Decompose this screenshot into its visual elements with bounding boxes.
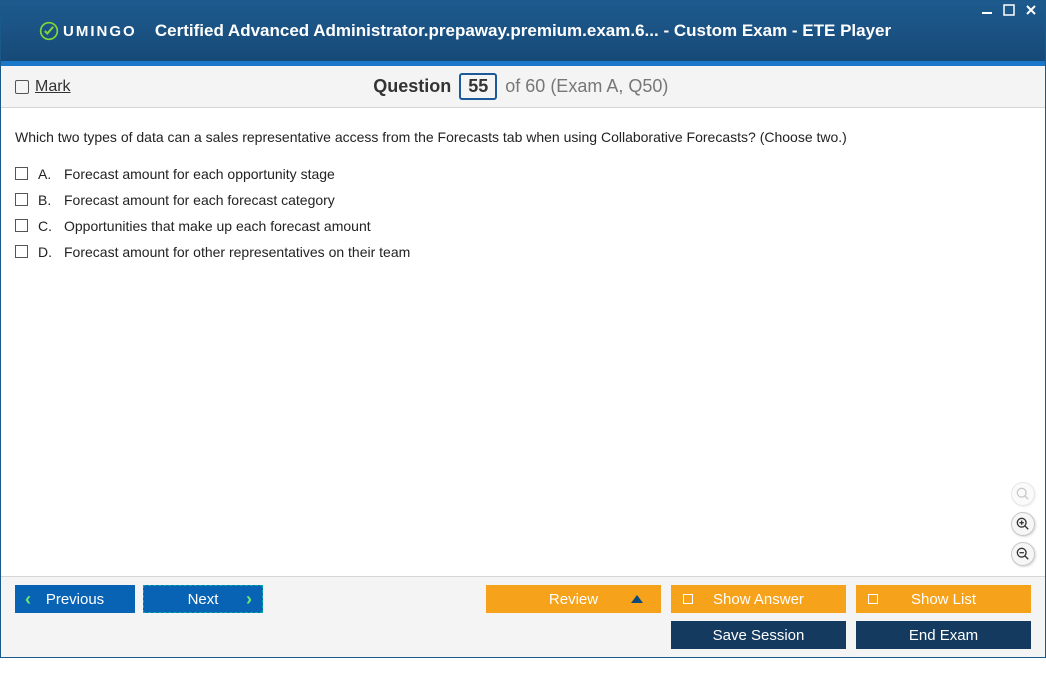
action-buttons: Review Show Answer Show List [486, 585, 1031, 613]
mark-label: Mark [35, 78, 71, 96]
option-letter: A. [38, 166, 54, 182]
zoom-in-icon [1016, 517, 1030, 531]
question-bar: Mark Question 55 of 60 (Exam A, Q50) [1, 66, 1045, 108]
button-label: Show Answer [713, 591, 804, 608]
question-total: of 60 (Exam A, Q50) [505, 76, 668, 96]
window-title: Certified Advanced Administrator.prepawa… [155, 21, 891, 41]
review-button[interactable]: Review [486, 585, 661, 613]
chevron-up-icon [631, 595, 643, 603]
button-label: End Exam [909, 627, 978, 644]
option-text: Forecast amount for other representative… [64, 244, 410, 260]
option-letter: C. [38, 218, 54, 234]
option-letter: B. [38, 192, 54, 208]
maximize-button[interactable] [1001, 3, 1017, 17]
end-exam-button[interactable]: End Exam [856, 621, 1031, 649]
zoom-in-button[interactable] [1011, 512, 1035, 536]
mark-checkbox[interactable] [15, 80, 29, 94]
close-button[interactable] [1023, 3, 1039, 17]
option-c[interactable]: C. Opportunities that make up each forec… [15, 218, 1031, 234]
option-text: Forecast amount for each opportunity sta… [64, 166, 335, 182]
button-label: Show List [911, 591, 976, 608]
save-session-button[interactable]: Save Session [671, 621, 846, 649]
checkbox-icon[interactable] [15, 167, 28, 180]
search-icon [1016, 487, 1030, 501]
zoom-out-button[interactable] [1011, 542, 1035, 566]
minimize-button[interactable] [979, 3, 995, 17]
app-logo: UMINGO [39, 21, 137, 41]
button-label: Review [549, 591, 598, 608]
mark-checkbox-wrap[interactable]: Mark [15, 78, 71, 96]
checkbox-icon[interactable] [15, 193, 28, 206]
square-icon [868, 594, 878, 604]
question-indicator: Question 55 of 60 (Exam A, Q50) [71, 73, 971, 100]
option-b[interactable]: B. Forecast amount for each forecast cat… [15, 192, 1031, 208]
checkbox-icon[interactable] [15, 245, 28, 258]
option-text: Forecast amount for each forecast catego… [64, 192, 335, 208]
square-icon [683, 594, 693, 604]
zoom-out-icon [1016, 547, 1030, 561]
button-label: Previous [46, 591, 104, 608]
nav-buttons: Previous Next [15, 585, 263, 613]
checkbox-icon[interactable] [15, 219, 28, 232]
app-window: UMINGO Certified Advanced Administrator.… [0, 0, 1046, 658]
title-bar: UMINGO Certified Advanced Administrator.… [1, 1, 1045, 61]
logo-text: UMINGO [63, 23, 137, 40]
option-d[interactable]: D. Forecast amount for other representat… [15, 244, 1031, 260]
footer: Previous Next Review Show Answer Show Li… [1, 576, 1045, 657]
zoom-controls [1011, 482, 1035, 566]
button-label: Next [188, 591, 219, 608]
show-list-button[interactable]: Show List [856, 585, 1031, 613]
next-button[interactable]: Next [143, 585, 263, 613]
option-letter: D. [38, 244, 54, 260]
option-a[interactable]: A. Forecast amount for each opportunity … [15, 166, 1031, 182]
window-controls [979, 3, 1039, 17]
show-answer-button[interactable]: Show Answer [671, 585, 846, 613]
previous-button[interactable]: Previous [15, 585, 135, 613]
question-word: Question [373, 76, 451, 96]
content-area: Which two types of data can a sales repr… [1, 108, 1045, 576]
search-button[interactable] [1011, 482, 1035, 506]
option-text: Opportunities that make up each forecast… [64, 218, 371, 234]
question-number: 55 [459, 73, 497, 100]
footer-row-1: Previous Next Review Show Answer Show Li… [15, 585, 1031, 613]
check-icon [39, 21, 59, 41]
button-label: Save Session [713, 627, 805, 644]
answer-options: A. Forecast amount for each opportunity … [15, 166, 1031, 260]
footer-row-2: Save Session End Exam [15, 621, 1031, 649]
question-text: Which two types of data can a sales repr… [15, 128, 1031, 148]
